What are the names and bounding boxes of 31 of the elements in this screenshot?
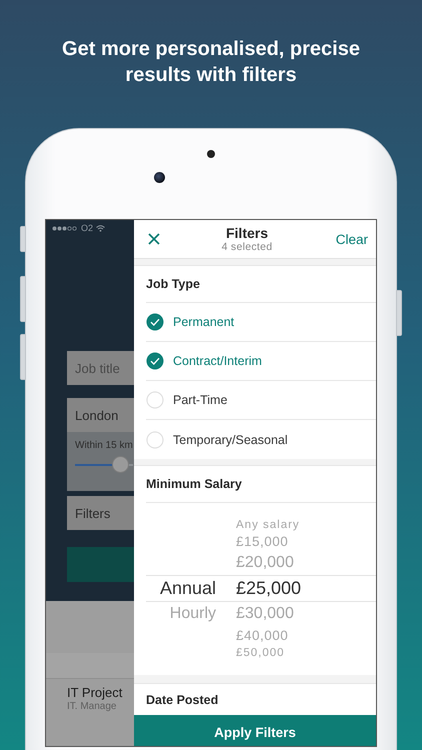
salary-option[interactable]: Any salary xyxy=(236,518,300,530)
phone-speaker xyxy=(207,150,215,158)
salary-option[interactable]: £20,000 xyxy=(236,554,294,572)
filters-field[interactable]: Filters xyxy=(67,496,134,530)
signal-icon xyxy=(52,226,78,230)
slider-thumb[interactable] xyxy=(112,456,130,473)
job-title[interactable]: IT Project xyxy=(67,685,134,700)
clear-button[interactable]: Clear xyxy=(336,232,376,246)
pay-period-option[interactable]: Annual xyxy=(160,578,216,599)
apply-filters-button[interactable]: Apply Filters xyxy=(134,715,376,746)
section-heading: Minimum Salary xyxy=(146,477,242,491)
carrier-name: O2 xyxy=(81,223,94,233)
keyword-field[interactable]: Job title xyxy=(67,351,134,385)
salary-option[interactable]: £40,000 xyxy=(236,628,288,643)
radius-slider[interactable] xyxy=(75,455,133,475)
wifi-icon xyxy=(96,224,106,232)
radius-label: Within 15 km xyxy=(75,440,134,451)
pay-period-option[interactable]: Hourly xyxy=(170,605,216,623)
phone-camera xyxy=(154,172,165,183)
salary-option[interactable]: £25,000 xyxy=(236,578,302,599)
panel-title: Filters xyxy=(226,224,268,240)
salary-option[interactable]: £15,000 xyxy=(236,534,288,549)
salary-option[interactable]: £30,000 xyxy=(236,605,294,623)
headline: Get more personalised, precise results with filters xyxy=(61,37,361,88)
section-heading: Date Posted xyxy=(146,692,218,706)
selected-count: 4 selected xyxy=(222,240,272,254)
section-heading: Job Type xyxy=(146,277,200,291)
job-subtitle: IT. Manage xyxy=(67,701,118,712)
close-icon xyxy=(148,233,160,245)
salary-option[interactable]: £50,000 xyxy=(236,646,285,658)
location-field[interactable]: London xyxy=(67,398,134,432)
